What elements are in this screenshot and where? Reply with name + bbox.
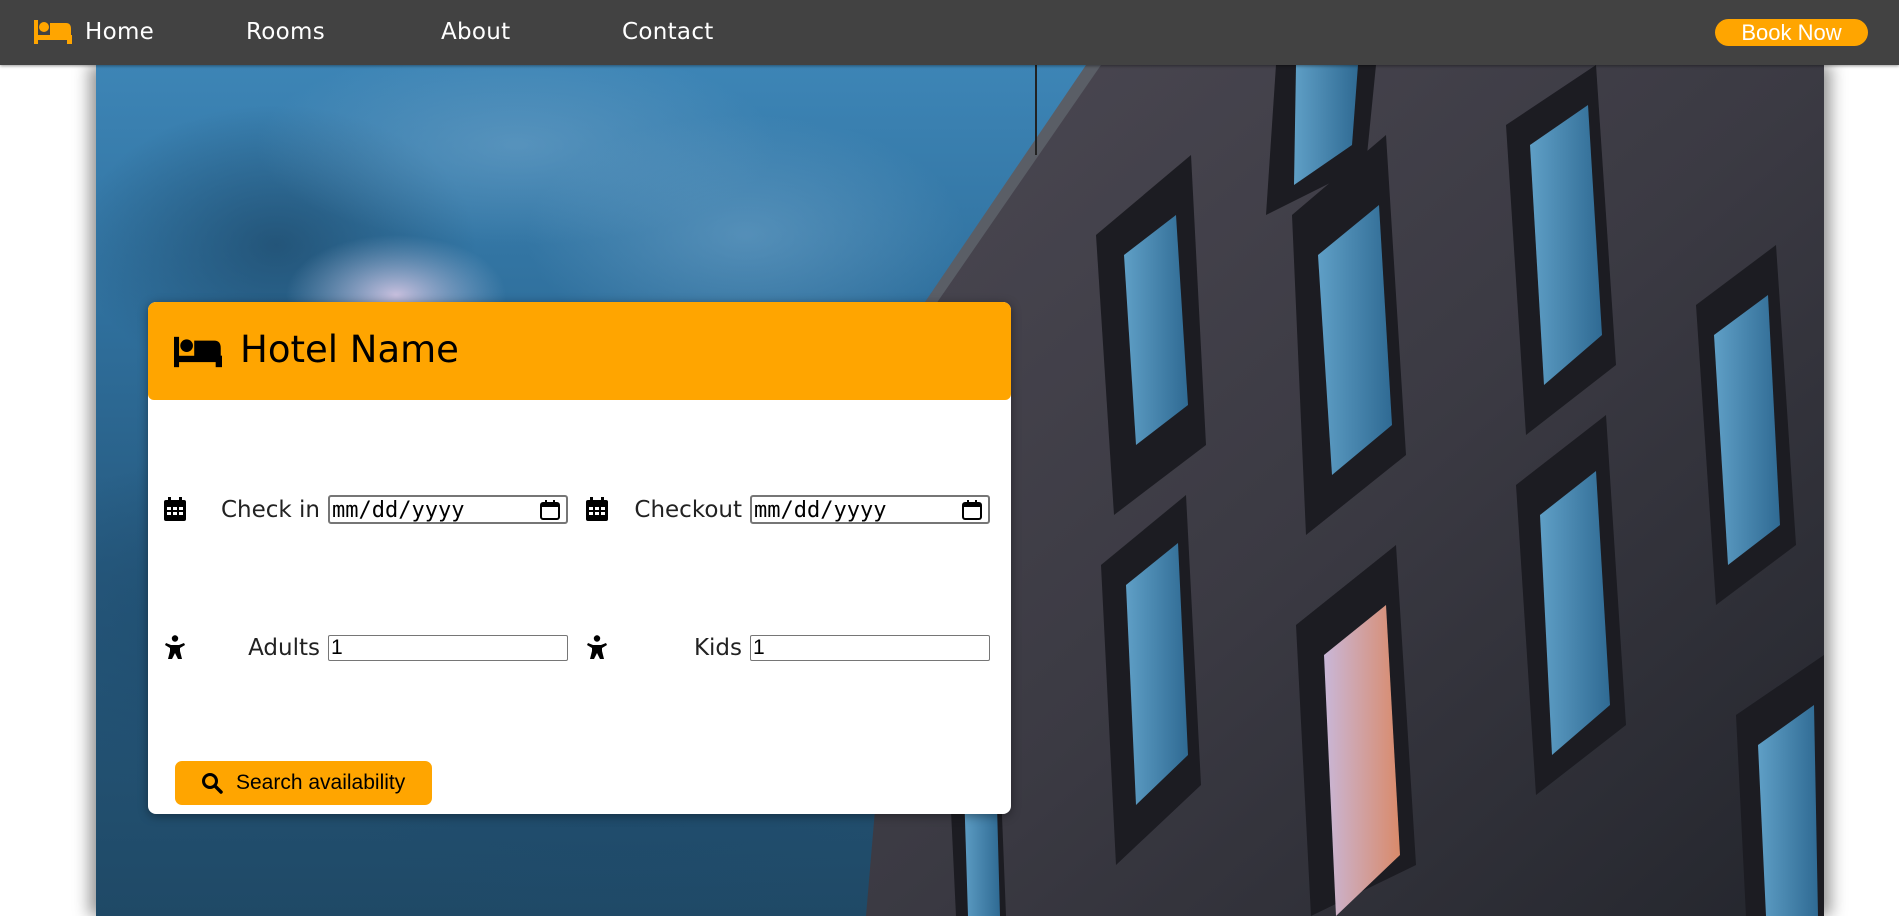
top-navbar: Home Rooms About Contact Book Now	[0, 0, 1899, 65]
calendar-picker-icon[interactable]	[540, 500, 560, 520]
search-availability-label: Search availability	[236, 771, 406, 794]
nav-rooms-link[interactable]: Rooms	[246, 17, 325, 47]
checkin-label: Check in	[220, 497, 320, 523]
bed-icon[interactable]	[34, 18, 72, 46]
checkout-label: Checkout	[634, 497, 742, 523]
kids-label: Kids	[693, 635, 742, 661]
search-icon	[202, 773, 223, 794]
hotel-name-title: Hotel Name	[240, 328, 459, 371]
nav-contact-link[interactable]: Contact	[622, 17, 714, 47]
adults-label: Adults	[248, 635, 320, 661]
booking-card: Hotel Name Check in mm/dd/yyyy Checkout …	[148, 302, 1011, 814]
calendar-picker-icon[interactable]	[962, 500, 982, 520]
checkin-placeholder: mm/dd/yyyy	[332, 498, 465, 523]
search-availability-button[interactable]: Search availability	[175, 761, 432, 805]
card-header: Hotel Name	[148, 302, 1011, 400]
nav-home-link[interactable]: Home	[85, 17, 154, 47]
kids-input[interactable]: 1	[750, 635, 990, 661]
bed-icon	[174, 336, 222, 368]
book-now-button[interactable]: Book Now	[1715, 19, 1868, 46]
adults-input[interactable]: 1	[328, 635, 568, 661]
checkout-placeholder: mm/dd/yyyy	[754, 498, 887, 523]
checkin-date-input[interactable]: mm/dd/yyyy	[328, 495, 568, 524]
nav-about-link[interactable]: About	[441, 17, 511, 47]
checkout-date-input[interactable]: mm/dd/yyyy	[750, 495, 990, 524]
